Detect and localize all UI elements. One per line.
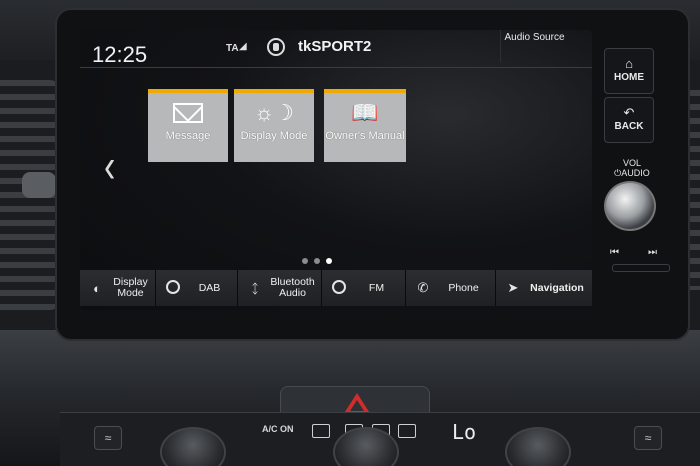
vol-text: VOL (622, 158, 641, 168)
recirculation-icon[interactable] (398, 424, 416, 438)
navigation-icon: ➤ (507, 280, 519, 295)
audio-source-button[interactable]: Audio Source (500, 30, 568, 62)
back-arrow-icon: ↶ (623, 105, 635, 120)
envelope-icon (173, 103, 203, 123)
phone-icon: ✆ (417, 280, 429, 295)
shortcut-bar: ◐ Display Mode DAB ᛨ Bluetooth Audio FM … (80, 270, 592, 306)
signal-strength-icon: ◢ (239, 41, 247, 52)
skip-forward-icon[interactable]: ⏭ (648, 247, 657, 258)
defrost-rear-icon[interactable] (312, 424, 330, 438)
shortcut-display-mode[interactable]: ◐ Display Mode (80, 270, 156, 306)
seat-heater-right-icon[interactable]: ≈ (634, 426, 662, 450)
page-dot[interactable] (314, 258, 320, 264)
track-seek-bar[interactable] (612, 264, 670, 272)
page-indicator (302, 258, 332, 264)
status-divider (80, 67, 592, 68)
home-button[interactable]: ⌂ HOME (604, 48, 654, 94)
tile-display-mode[interactable]: ☼☽ Display Mode (234, 89, 314, 162)
shortcut-label: DAB (198, 281, 221, 294)
shortcut-fm[interactable]: FM (322, 270, 406, 306)
home-icon: ⌂ (625, 56, 633, 71)
tile-label: Owner's Manual (325, 130, 405, 142)
tile-message[interactable]: Message (148, 89, 228, 162)
sun-moon-icon: ☼☽ (254, 100, 294, 125)
clock: 12:25 (92, 42, 148, 67)
back-label: BACK (614, 121, 644, 132)
radio-station-icon (267, 38, 285, 56)
radio-icon (330, 279, 348, 297)
tile-owners-manual[interactable]: 📖 Owner's Manual (324, 89, 406, 162)
display-mode-icon: ◐ (93, 280, 101, 296)
shortcut-label: Bluetooth Audio (270, 276, 315, 299)
status-bar: 12:25 TA ◢ tkSPORT2 Audio Source (80, 30, 592, 68)
shortcut-bluetooth-audio[interactable]: ᛨ Bluetooth Audio (238, 270, 322, 306)
bluetooth-icon: ᛨ (251, 280, 259, 296)
shortcut-dab[interactable]: DAB (156, 270, 238, 306)
shortcut-navigation[interactable]: ➤ Navigation (496, 270, 592, 306)
shortcut-label: FM (368, 281, 385, 294)
temperature-display: Lo (452, 420, 477, 444)
shortcut-label: Phone (448, 281, 479, 294)
page-dot[interactable] (302, 258, 308, 264)
seat-heater-left-icon[interactable]: ≈ (94, 426, 122, 450)
volume-knob[interactable] (604, 181, 656, 231)
radio-icon (164, 279, 182, 297)
vent-adjust-knob (22, 172, 56, 198)
volume-label: VOL ⏻AUDIO (612, 158, 652, 178)
shortcut-label: Navigation (530, 281, 584, 294)
skip-back-icon[interactable]: ⏮ (610, 247, 619, 258)
page-dot-active[interactable] (326, 258, 332, 264)
audio-text: AUDIO (621, 168, 650, 178)
shortcut-label: Display Mode (113, 276, 148, 299)
air-vent-left (0, 80, 60, 310)
home-label: HOME (614, 72, 644, 83)
book-info-icon: 📖 (351, 100, 379, 125)
tile-label: Message (165, 130, 211, 142)
chevron-left-icon[interactable]: ‹ (104, 140, 115, 195)
back-button[interactable]: ↶ BACK (604, 97, 654, 143)
shortcut-phone[interactable]: ✆ Phone (406, 270, 496, 306)
infotainment-screen: 12:25 TA ◢ tkSPORT2 Audio Source Message… (80, 30, 592, 310)
ac-status: A/C ON (262, 424, 294, 434)
traffic-announcement-indicator: TA (226, 43, 239, 54)
tile-label: Display Mode (240, 130, 308, 142)
station-name: tkSPORT2 (298, 38, 372, 55)
